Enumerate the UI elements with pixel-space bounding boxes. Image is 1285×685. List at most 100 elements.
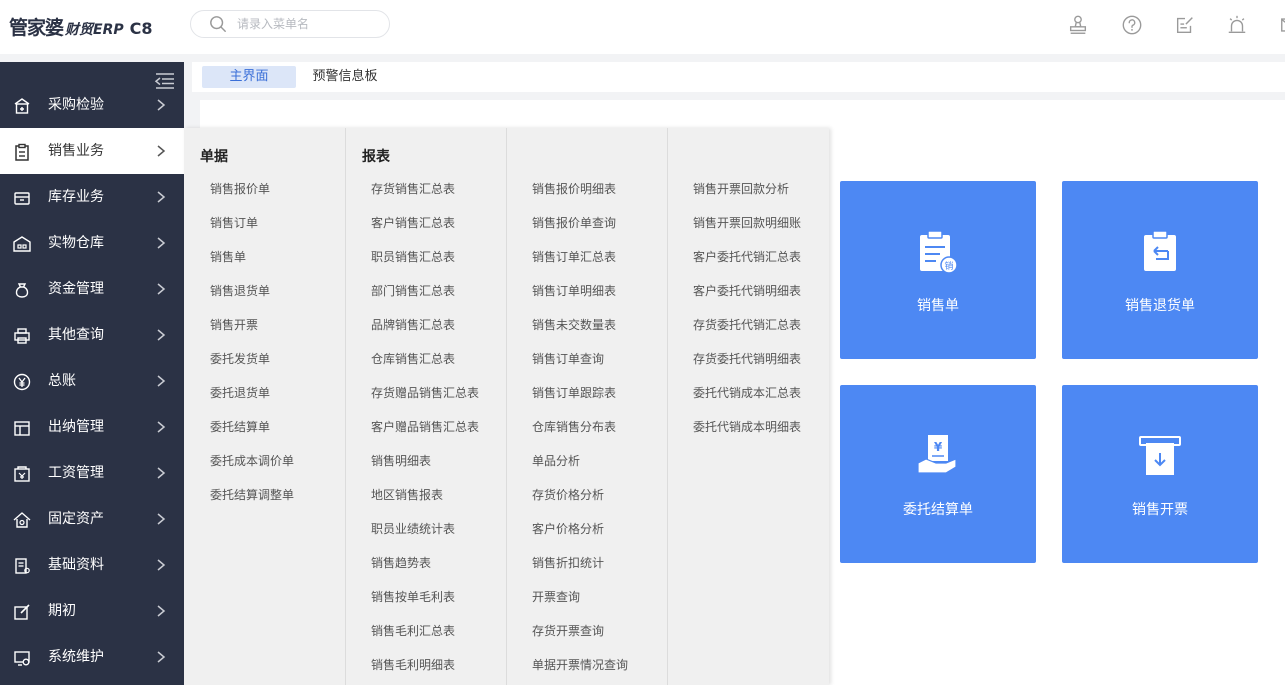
submenu-item[interactable]: 销售订单跟踪表 bbox=[532, 385, 616, 401]
tile-icon-badge: ¥ bbox=[934, 440, 943, 454]
sidebar-item-1[interactable]: 采购检验 bbox=[0, 82, 184, 128]
submenu-item[interactable]: 仓库销售分布表 bbox=[532, 419, 616, 435]
submenu-item[interactable]: 销售报价单 bbox=[210, 181, 270, 197]
printer-icon bbox=[14, 328, 30, 344]
submenu-item[interactable]: 销售订单 bbox=[210, 215, 258, 231]
sidebar-item-6[interactable]: 其他查询 bbox=[0, 312, 184, 358]
sales-order-icon: 销 bbox=[920, 230, 958, 274]
shortcut-tile-2[interactable]: 销售退货单 bbox=[1062, 181, 1258, 359]
sidebar-item-3[interactable]: 库存业务 bbox=[0, 174, 184, 220]
submenu-item[interactable]: 销售毛利汇总表 bbox=[371, 623, 455, 639]
submenu-item[interactable]: 委托成本调价单 bbox=[210, 453, 294, 469]
submenu-item[interactable]: 销售订单查询 bbox=[532, 351, 604, 367]
submenu-item[interactable]: 存货开票查询 bbox=[532, 623, 604, 639]
submenu-item[interactable]: 销售订单汇总表 bbox=[532, 249, 616, 265]
submenu-item[interactable]: 部门销售汇总表 bbox=[371, 283, 455, 299]
content-header bbox=[200, 100, 1285, 130]
submenu-item[interactable]: 单品分析 bbox=[532, 453, 580, 469]
submenu-item[interactable]: 存货赠品销售汇总表 bbox=[371, 385, 479, 401]
shortcut-tile-label: 销售退货单 bbox=[1125, 298, 1195, 314]
chevron-right-icon bbox=[157, 145, 166, 157]
submenu-item[interactable]: 销售明细表 bbox=[371, 453, 431, 469]
submenu-item[interactable]: 职员业绩统计表 bbox=[371, 521, 455, 537]
submenu-item[interactable]: 销售报价单查询 bbox=[532, 215, 616, 231]
submenu-item[interactable]: 销售毛利明细表 bbox=[371, 657, 455, 673]
tab-alerts[interactable]: 预警信息板 bbox=[302, 66, 388, 88]
submenu-item[interactable]: 销售按单毛利表 bbox=[371, 589, 455, 605]
submenu-item[interactable]: 销售开票回款明细账 bbox=[693, 215, 801, 231]
shortcut-tile-1[interactable]: 销销售单 bbox=[840, 181, 1036, 359]
shortcut-tile-3[interactable]: ¥ 委托结算单 bbox=[840, 385, 1036, 563]
sidebar-item-label: 资金管理 bbox=[48, 281, 104, 297]
app-logo[interactable]: 管家婆 财贸ERP C8 bbox=[9, 13, 153, 41]
sidebar-item-10[interactable]: 固定资产 bbox=[0, 496, 184, 542]
submenu-item[interactable]: 销售折扣统计 bbox=[532, 555, 604, 571]
submenu-item[interactable]: 职员销售汇总表 bbox=[371, 249, 455, 265]
shortcut-tile-label: 委托结算单 bbox=[903, 502, 973, 518]
money-bag-icon bbox=[15, 283, 29, 298]
submenu-item[interactable]: 销售趋势表 bbox=[371, 555, 431, 571]
submenu-item[interactable]: 客户委托代销明细表 bbox=[693, 283, 801, 299]
sidebar-item-4[interactable]: 实物仓库 bbox=[0, 220, 184, 266]
shortcut-tile-label: 销售开票 bbox=[1132, 502, 1188, 518]
sidebar-item-label: 固定资产 bbox=[48, 511, 104, 527]
sidebar-item-label: 系统维护 bbox=[48, 649, 104, 665]
cashier-icon bbox=[14, 421, 30, 436]
sidebar-item-13[interactable]: 系统维护 bbox=[0, 634, 184, 680]
chevron-right-icon bbox=[157, 559, 166, 571]
submenu-item[interactable]: 销售开票 bbox=[210, 317, 258, 333]
submenu-item[interactable]: 客户价格分析 bbox=[532, 521, 604, 537]
submenu-item[interactable]: 委托发货单 bbox=[210, 351, 270, 367]
chevron-right-icon bbox=[157, 329, 166, 341]
submenu-item[interactable]: 委托结算调整单 bbox=[210, 487, 294, 503]
submenu-item[interactable]: 品牌销售汇总表 bbox=[371, 317, 455, 333]
chevron-right-icon bbox=[157, 605, 166, 617]
stamp-icon[interactable] bbox=[1065, 12, 1091, 38]
submenu-item[interactable]: 开票查询 bbox=[532, 589, 580, 605]
tab-main[interactable]: 主界面 bbox=[202, 66, 296, 88]
sidebar-item-12[interactable]: 期初 bbox=[0, 588, 184, 634]
chevron-right-icon bbox=[157, 467, 166, 479]
sidebar-item-5[interactable]: 资金管理 bbox=[0, 266, 184, 312]
submenu-item[interactable]: 存货价格分析 bbox=[532, 487, 604, 503]
submenu-item[interactable]: 销售报价明细表 bbox=[532, 181, 616, 197]
submenu-item[interactable]: 单据开票情况查询 bbox=[532, 657, 628, 673]
sidebar-item-7[interactable]: 总账 bbox=[0, 358, 184, 404]
edit-box-icon bbox=[14, 604, 30, 620]
submenu-item[interactable]: 客户赠品销售汇总表 bbox=[371, 419, 479, 435]
submenu-item[interactable]: 存货委托代销汇总表 bbox=[693, 317, 801, 333]
submenu-item[interactable]: 存货委托代销明细表 bbox=[693, 351, 801, 367]
search-icon[interactable] bbox=[209, 15, 227, 33]
header-bar: 管家婆 财贸ERP C8 bbox=[0, 0, 1285, 54]
submenu-reports-column-3: 销售开票回款分析 销售开票回款明细账 客户委托代销汇总表 客户委托代销明细表 存货委托代… bbox=[668, 128, 829, 685]
edit-note-icon[interactable] bbox=[1172, 12, 1198, 38]
submenu-item[interactable]: 销售开票回款分析 bbox=[693, 181, 789, 197]
submenu-item[interactable]: 销售单 bbox=[210, 249, 246, 265]
chevron-right-icon bbox=[157, 99, 166, 111]
submenu-item[interactable]: 存货销售汇总表 bbox=[371, 181, 455, 197]
sidebar-item-label: 销售业务 bbox=[48, 143, 104, 159]
help-icon[interactable] bbox=[1119, 12, 1145, 38]
alarm-icon[interactable] bbox=[1224, 12, 1250, 38]
submenu-item[interactable]: 销售退货单 bbox=[210, 283, 270, 299]
submenu-item[interactable]: 委托结算单 bbox=[210, 419, 270, 435]
shortcut-tile-4[interactable]: 销售开票 bbox=[1062, 385, 1258, 563]
sidebar-item-2[interactable]: 销售业务 bbox=[0, 128, 184, 174]
sidebar-item-11[interactable]: 基础资料 bbox=[0, 542, 184, 588]
submenu-item[interactable]: 地区销售报表 bbox=[371, 487, 443, 503]
submenu-item[interactable]: 客户销售汇总表 bbox=[371, 215, 455, 231]
shortcut-tile-label: 销售单 bbox=[917, 298, 959, 314]
sidebar-item-8[interactable]: 出纳管理 bbox=[0, 404, 184, 450]
menu-search-input[interactable] bbox=[237, 17, 377, 31]
sales-submenu-panel: 单据 销售报价单 销售订单 销售单 销售退货单 销售开票 委托发货单 委托退货单 委托结算单委… bbox=[184, 128, 829, 685]
sidebar-item-9[interactable]: 工资管理 bbox=[0, 450, 184, 496]
clipboard-icon bbox=[15, 143, 29, 161]
submenu-item[interactable]: 委托退货单 bbox=[210, 385, 270, 401]
submenu-item[interactable]: 客户委托代销汇总表 bbox=[693, 249, 801, 265]
submenu-item[interactable]: 销售订单明细表 bbox=[532, 283, 616, 299]
submenu-item[interactable]: 委托代销成本汇总表 bbox=[693, 385, 801, 401]
mail-icon[interactable] bbox=[1277, 12, 1285, 38]
submenu-item[interactable]: 仓库销售汇总表 bbox=[371, 351, 455, 367]
submenu-item[interactable]: 销售未交数量表 bbox=[532, 317, 616, 333]
submenu-item[interactable]: 委托代销成本明细表 bbox=[693, 419, 801, 435]
